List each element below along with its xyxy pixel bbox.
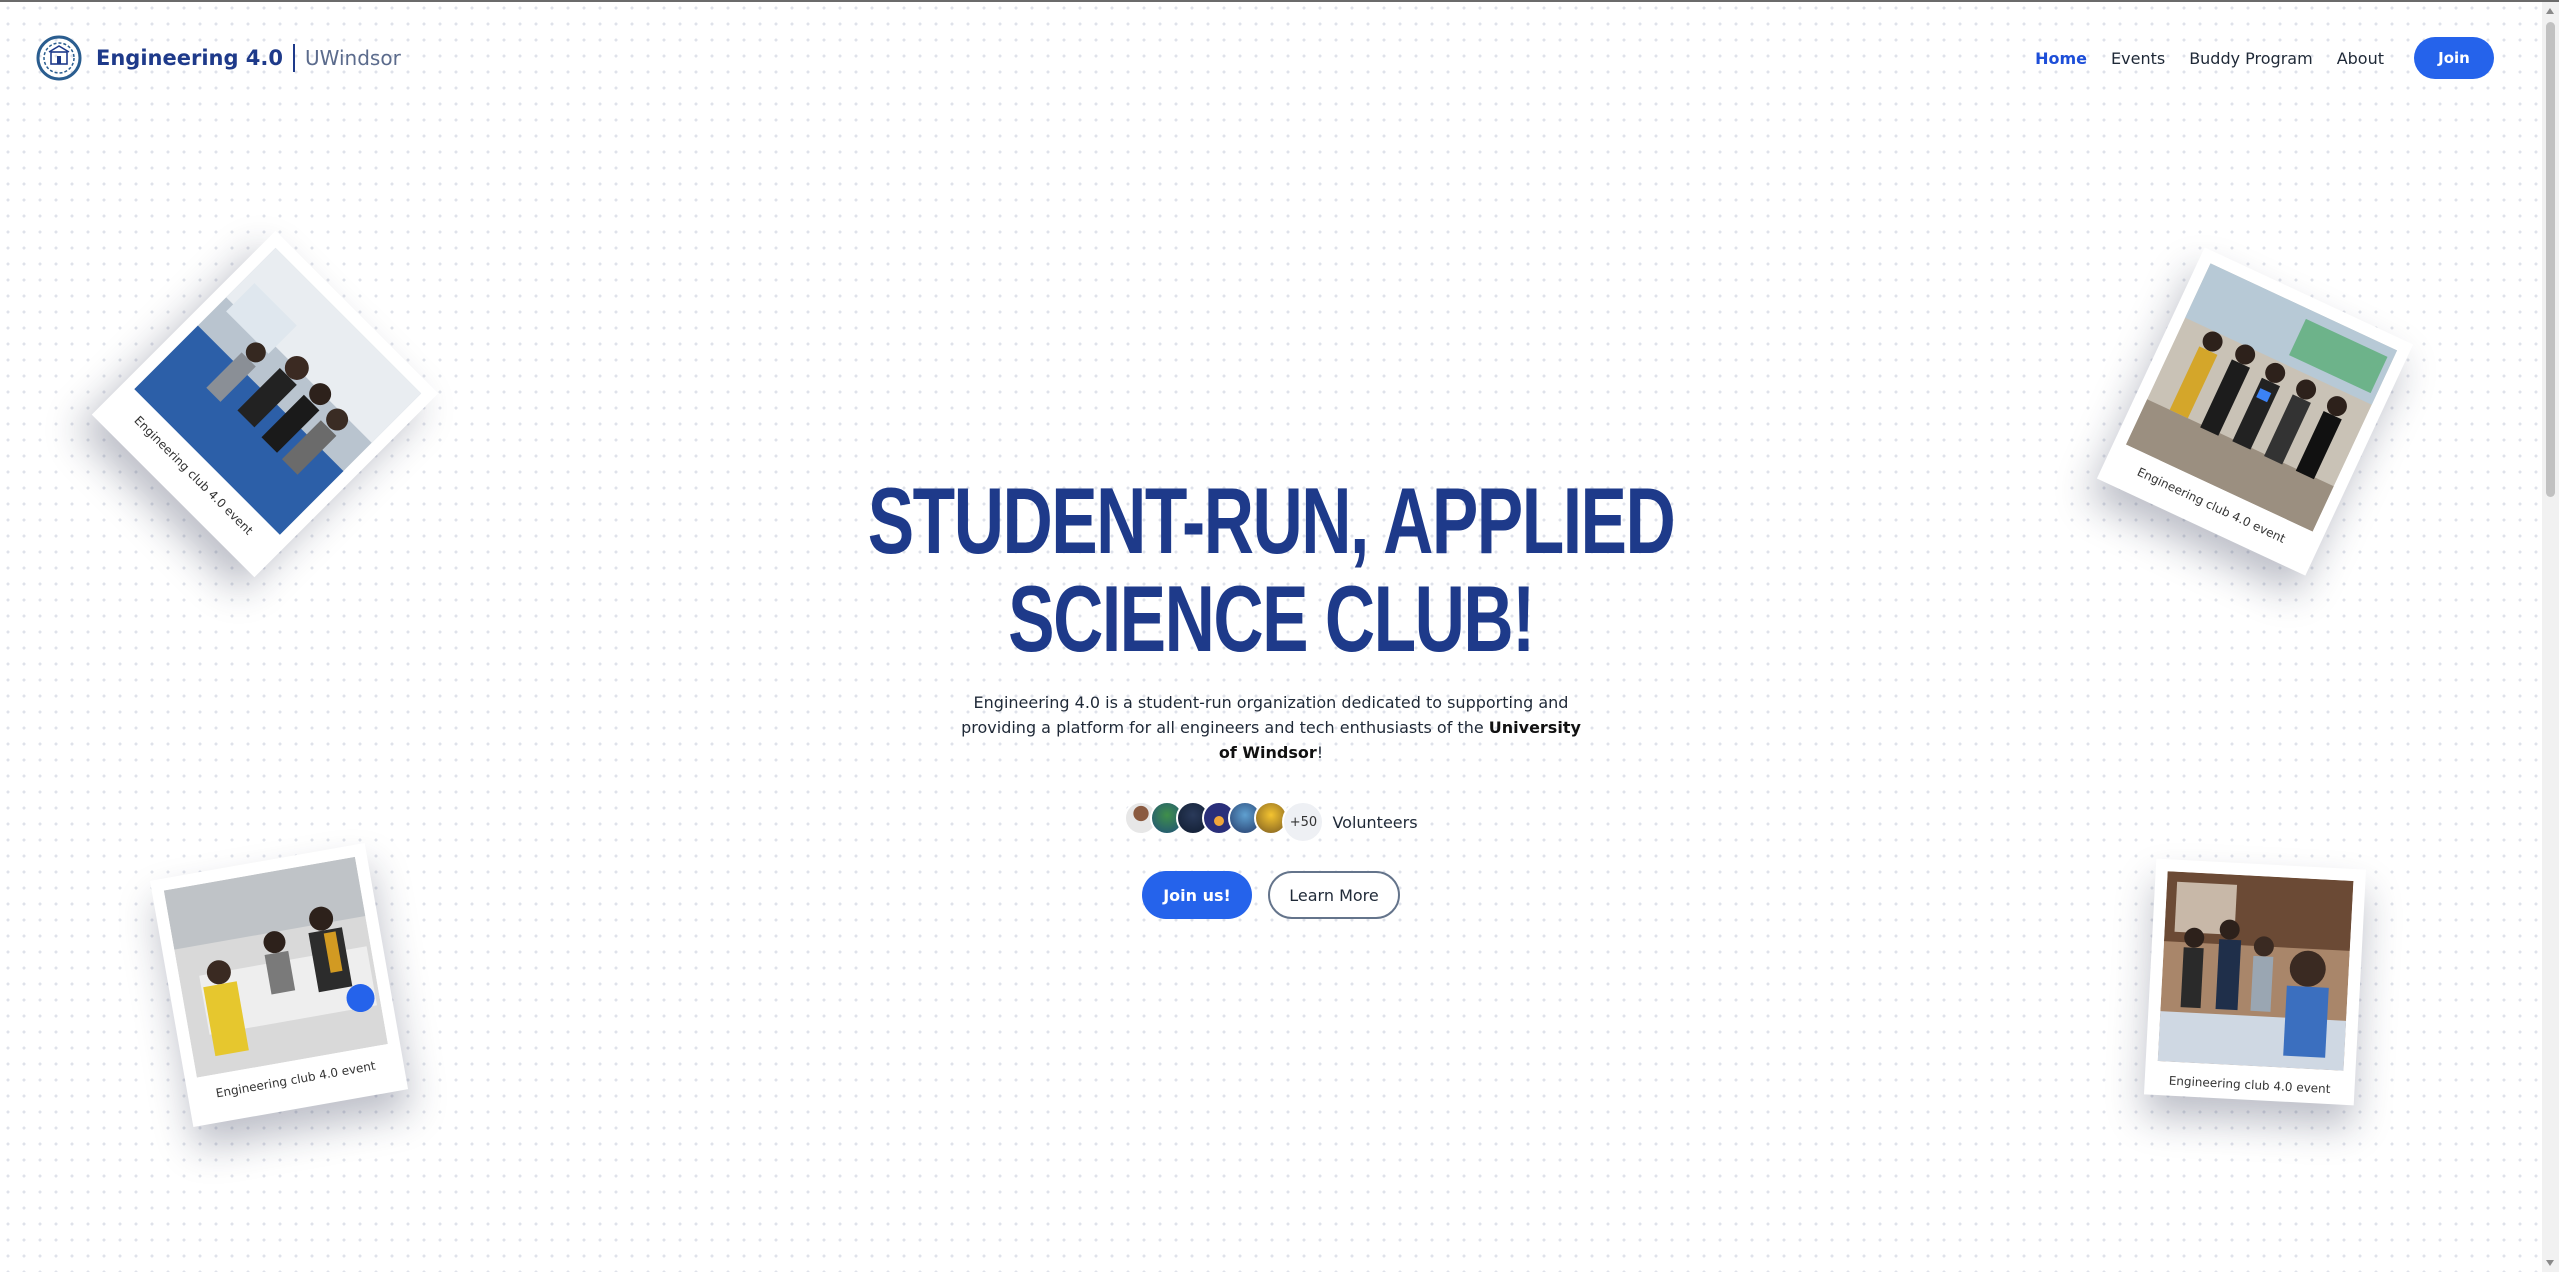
nav-home[interactable]: Home	[2035, 49, 2087, 68]
hero-description-end: !	[1316, 743, 1324, 762]
site-header: Engineering 4.0 UWindsor Home Events Bud…	[0, 2, 2542, 112]
nav-buddy-program[interactable]: Buddy Program	[2189, 49, 2313, 68]
learn-more-button[interactable]: Learn More	[1268, 871, 1400, 919]
brand-name: Engineering 4.0	[96, 46, 284, 70]
brand-divider	[293, 44, 296, 72]
volunteer-avatars: +50	[1124, 801, 1325, 843]
brand[interactable]: Engineering 4.0 UWindsor	[36, 32, 401, 84]
club-logo-icon	[36, 35, 82, 81]
hero-description-text: Engineering 4.0 is a student-run organiz…	[961, 693, 1569, 737]
brand-sub: UWindsor	[305, 46, 401, 70]
hero-description: Engineering 4.0 is a student-run organiz…	[951, 690, 1591, 765]
hero-title: STUDENT-RUN, APPLIED SCIENCE CLUB!	[330, 472, 2211, 668]
volunteers-label: Volunteers	[1332, 812, 1418, 832]
scroll-down-icon[interactable]	[2546, 1260, 2554, 1266]
page-scrollbar[interactable]	[2542, 2, 2559, 1272]
photo-caption: Engineering club 4.0 event	[2168, 1073, 2331, 1097]
volunteers-row: +50 Volunteers	[0, 801, 2542, 843]
nav-about[interactable]: About	[2337, 49, 2384, 68]
scrollbar-thumb[interactable]	[2546, 22, 2555, 497]
hero-title-line2: SCIENCE CLUB!	[1008, 566, 1535, 671]
main-nav: Home Events Buddy Program About Join	[2035, 36, 2494, 80]
volunteer-count-badge: +50	[1282, 801, 1325, 843]
hero-section: STUDENT-RUN, APPLIED SCIENCE CLUB! Engin…	[0, 472, 2542, 919]
join-us-button[interactable]: Join us!	[1142, 871, 1252, 919]
join-button[interactable]: Join	[2414, 37, 2494, 79]
nav-events[interactable]: Events	[2111, 49, 2165, 68]
scroll-up-icon[interactable]	[2546, 8, 2554, 14]
hero-title-line1: STUDENT-RUN, APPLIED	[867, 468, 1676, 573]
hero-ctas: Join us! Learn More	[0, 871, 2542, 919]
